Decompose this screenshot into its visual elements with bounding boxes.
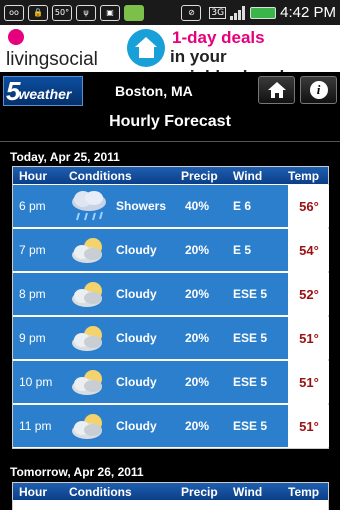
col-conditions: Conditions <box>69 168 132 183</box>
col-conditions: Conditions <box>69 484 132 499</box>
hour-cell: 10 pm <box>19 375 53 389</box>
condition-cell: Cloudy <box>116 287 157 301</box>
signal-icon <box>230 5 246 20</box>
day-label-today: Today, Apr 25, 2011 <box>10 150 120 164</box>
cloudy-icon <box>72 414 102 439</box>
precip-cell: 20% <box>185 419 210 433</box>
hour-cell: 7 pm <box>19 243 46 257</box>
col-hour: Hour <box>19 168 47 183</box>
lock-icon: 🔒 <box>28 4 48 21</box>
precip-cell: 20% <box>185 243 210 257</box>
temp-icon: 50° <box>52 4 72 21</box>
row-conditions-area: 7 pm Cloudy 20% E 5 <box>13 229 288 271</box>
android-icon <box>124 4 144 21</box>
col-precip: Precip <box>181 168 218 183</box>
col-precip: Precip <box>181 484 218 499</box>
table-row[interactable]: 7 pm Cloudy 20% E 5 54° <box>13 228 329 272</box>
divider <box>0 141 340 142</box>
precip-cell: 20% <box>185 287 210 301</box>
voicemail-icon: oo <box>4 4 24 21</box>
cloudy-icon <box>72 370 102 395</box>
hour-cell: 9 pm <box>19 331 46 345</box>
temp-cell: 51° <box>289 405 329 447</box>
precip-cell: 40% <box>185 199 210 213</box>
wind-cell: ESE 5 <box>233 419 268 433</box>
wind-cell: ESE 5 <box>233 331 268 345</box>
wind-cell: E 5 <box>233 243 252 257</box>
page-title: Hourly Forecast <box>109 113 231 130</box>
table-row[interactable]: 11 pm Cloudy 20% ESE 5 51° <box>13 404 329 448</box>
condition-cell: Cloudy <box>116 419 157 433</box>
hour-cell: 11 pm <box>19 419 52 433</box>
condition-cell: Showers <box>116 199 167 213</box>
temp-cell: 51° <box>289 317 329 359</box>
condition-cell: Cloudy <box>116 331 157 345</box>
col-wind: Wind <box>233 484 263 499</box>
table-header: Hour Conditions Precip Wind Temp <box>13 483 328 500</box>
table-row[interactable]: 8 pm Cloudy 20% ESE 5 52° <box>13 272 329 316</box>
info-icon: i <box>309 81 328 99</box>
cloudy-icon <box>72 282 102 307</box>
cloudy-icon <box>72 326 102 351</box>
app-header: 5 weather Boston, MA i <box>0 72 340 110</box>
bag-icon: ▣ <box>100 4 120 21</box>
no-sim-icon: ⊘ <box>181 4 202 21</box>
temp-cell: 51° <box>289 361 329 403</box>
cloudy-icon <box>72 238 102 263</box>
col-temp: Temp <box>288 484 320 499</box>
table-row[interactable]: 6 pm Showers 40% E 6 56° <box>13 184 329 228</box>
condition-cell: Cloudy <box>116 243 157 257</box>
table-header: Hour Conditions Precip Wind Temp <box>13 167 328 184</box>
logo-text: weather <box>18 86 72 102</box>
home-icon <box>267 82 286 98</box>
wind-cell: E 6 <box>233 199 252 213</box>
usb-icon: ψ <box>76 4 96 21</box>
table-row[interactable]: 10 pm Cloudy 20% ESE 5 51° <box>13 360 329 404</box>
livingsocial-logo-icon <box>8 29 24 45</box>
status-bar: oo 🔒 50° ψ ▣ ⊘ 3G 4:42 PM <box>0 0 340 25</box>
row-conditions-area: 11 pm Cloudy 20% ESE 5 <box>13 405 288 447</box>
col-hour: Hour <box>19 484 47 499</box>
condition-cell: Cloudy <box>116 375 157 389</box>
row-conditions-area: 6 pm Showers 40% E 6 <box>13 185 288 227</box>
day-label-tomorrow: Tomorrow, Apr 26, 2011 <box>10 465 144 479</box>
row-conditions-area: 8 pm Cloudy 20% ESE 5 <box>13 273 288 315</box>
temp-cell: 54° <box>289 229 329 271</box>
3g-icon: 3G <box>209 6 227 19</box>
hour-cell: 6 pm <box>19 199 46 213</box>
col-temp: Temp <box>288 168 320 183</box>
temp-cell: 56° <box>289 185 329 227</box>
ad-banner[interactable]: livingsocial 1-day deals in your neighbo… <box>0 25 340 86</box>
precip-cell: 20% <box>185 375 210 389</box>
wind-cell: ESE 5 <box>233 375 268 389</box>
forecast-table-today: Hour Conditions Precip Wind Temp 6 pm Sho… <box>12 166 329 449</box>
info-button[interactable]: i <box>300 76 337 104</box>
hour-cell: 8 pm <box>19 287 46 301</box>
location-label: Boston, MA <box>115 83 193 99</box>
clock: 4:42 PM <box>280 4 336 21</box>
ad-headline: 1-day deals <box>172 28 265 47</box>
row-conditions-area: 10 pm Cloudy 20% ESE 5 <box>13 361 288 403</box>
forecast-table-tomorrow: Hour Conditions Precip Wind Temp <box>12 482 329 510</box>
house-icon <box>127 29 165 67</box>
col-wind: Wind <box>233 168 263 183</box>
temp-cell: 52° <box>289 273 329 315</box>
row-conditions-area: 9 pm Cloudy 20% ESE 5 <box>13 317 288 359</box>
app-logo: 5 weather <box>3 76 83 106</box>
rain-cloud-icon <box>72 191 106 221</box>
home-button[interactable] <box>258 76 295 104</box>
table-row[interactable]: 9 pm Cloudy 20% ESE 5 51° <box>13 316 329 360</box>
precip-cell: 20% <box>185 331 210 345</box>
wind-cell: ESE 5 <box>233 287 268 301</box>
battery-icon <box>250 6 277 19</box>
ad-brand: livingsocial <box>6 49 98 70</box>
